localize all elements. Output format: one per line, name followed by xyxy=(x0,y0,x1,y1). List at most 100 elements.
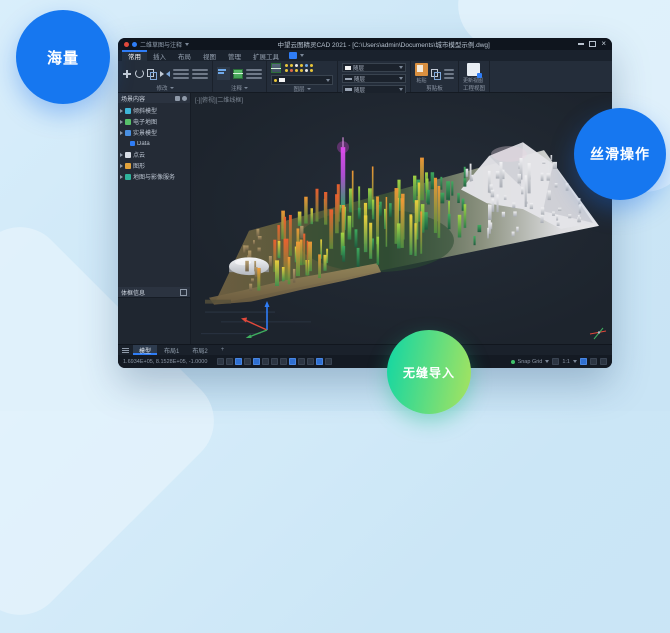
info-panel-body xyxy=(118,297,190,344)
status-toggle-icon[interactable] xyxy=(280,358,287,365)
tree-item[interactable]: 倾斜模型 xyxy=(120,105,190,116)
layer-color-swatch xyxy=(279,78,285,82)
tree-item-label: 倾斜模型 xyxy=(133,106,157,115)
status-toggle-icon[interactable] xyxy=(271,358,278,365)
status-toggle-icon[interactable] xyxy=(217,358,224,365)
ribbon-tab-3[interactable]: 布局 xyxy=(172,50,197,61)
copy-icon[interactable] xyxy=(147,69,157,79)
tree-item-label: 点云 xyxy=(133,150,145,159)
annotate-tool-list[interactable] xyxy=(246,69,262,79)
tree-item[interactable]: 电子地图 xyxy=(120,116,190,127)
status-toggle-icon[interactable] xyxy=(244,358,251,365)
info-panel-header: 体框信息 xyxy=(118,287,190,297)
color-dropdown[interactable]: 随层 xyxy=(342,63,406,72)
status-toggle-icon[interactable] xyxy=(316,358,323,365)
chevron-down-icon[interactable] xyxy=(244,87,248,89)
modify-tool-list[interactable] xyxy=(173,69,189,79)
tree-item[interactable]: 点云 xyxy=(120,149,190,160)
tree-item-label: 电子地图 xyxy=(133,117,157,126)
expand-icon[interactable] xyxy=(120,120,123,124)
expand-icon[interactable] xyxy=(120,175,123,179)
status-toggle-icon[interactable] xyxy=(325,358,332,365)
panel-label: 剪贴板 xyxy=(426,84,443,92)
close-button[interactable]: × xyxy=(601,41,606,47)
model-tab[interactable]: 模型 xyxy=(133,345,157,355)
status-toggle-icon[interactable] xyxy=(298,358,305,365)
annotation-scale-icon[interactable] xyxy=(552,358,559,365)
paste-icon[interactable] xyxy=(415,63,428,76)
linetype-dropdown[interactable]: 随层 xyxy=(342,74,406,83)
rotate-icon[interactable] xyxy=(135,69,144,78)
update-view-icon[interactable] xyxy=(467,63,480,76)
layer-properties-icon[interactable] xyxy=(271,63,281,73)
chevron-down-icon[interactable] xyxy=(185,43,189,46)
isolate-objects-icon[interactable] xyxy=(590,358,597,365)
layout-list-icon[interactable] xyxy=(122,348,129,353)
quick-access-icon[interactable] xyxy=(132,42,137,47)
status-toggle-icon[interactable] xyxy=(226,358,233,365)
table-icon[interactable] xyxy=(233,69,243,79)
expand-icon[interactable] xyxy=(120,164,123,168)
tree-item-icon xyxy=(125,119,131,125)
expand-icon[interactable] xyxy=(120,131,123,135)
mtext-icon[interactable] xyxy=(217,67,230,80)
status-toggle-icon[interactable] xyxy=(307,358,314,365)
maximize-button[interactable] xyxy=(589,41,596,47)
clean-screen-icon[interactable] xyxy=(600,358,607,365)
snap-status-icon[interactable] xyxy=(511,360,515,364)
coordinates-readout: 1.6934E+05, 8.1528E+05, -1.0000 xyxy=(123,359,207,365)
ucs-axis-icon xyxy=(237,298,279,338)
ribbon-tab-5[interactable]: 管理 xyxy=(222,50,247,61)
expand-icon[interactable] xyxy=(120,109,123,113)
mini-axis-icon xyxy=(588,326,608,340)
checkbox-icon[interactable] xyxy=(130,141,135,146)
minimize-button[interactable] xyxy=(578,43,584,45)
palette-header: 场景内容 xyxy=(118,93,190,103)
status-toggle-icon[interactable] xyxy=(289,358,296,365)
layout-tab-1[interactable]: 布局1 xyxy=(158,345,185,355)
ribbon-tab-1[interactable]: 常用 xyxy=(122,50,147,61)
gear-icon[interactable] xyxy=(182,96,187,101)
badge-smooth-operation: 丝滑操作 xyxy=(574,108,666,200)
workspace-switch-icon[interactable] xyxy=(580,358,587,365)
sort-icon[interactable] xyxy=(175,96,180,101)
ribbon-panel-layers: 图层 xyxy=(267,61,338,92)
viewport-controls[interactable]: [-][俯视][二维线框] xyxy=(195,95,243,104)
ribbon-tab-4[interactable]: 视图 xyxy=(197,50,222,61)
add-layout-button[interactable]: + xyxy=(215,345,231,355)
tree-item[interactable]: 地图与影像服务 xyxy=(120,171,190,182)
ribbon-panel-projectview: 更新视图 工程视图 xyxy=(459,61,490,92)
chevron-down-icon[interactable] xyxy=(307,88,311,90)
copy-clip-icon[interactable] xyxy=(431,69,441,79)
chevron-down-icon[interactable] xyxy=(545,360,549,363)
collapse-icon[interactable] xyxy=(180,289,187,296)
status-toggle-icon[interactable] xyxy=(262,358,269,365)
chevron-down-icon[interactable] xyxy=(300,54,304,57)
ribbon-panel-modify: 修改 xyxy=(118,61,213,92)
modify-tool-list[interactable] xyxy=(192,69,208,79)
ribbon-tab-6[interactable]: 扩展工具 xyxy=(247,50,285,61)
tree-item-icon xyxy=(125,163,131,169)
tree-item[interactable]: 图形 xyxy=(120,160,190,171)
tree-item[interactable]: Data xyxy=(120,138,190,149)
layer-state-icons[interactable] xyxy=(284,63,314,73)
workspace-selector[interactable]: 二维草图与注释 xyxy=(140,40,182,49)
layer-dropdown[interactable] xyxy=(271,75,333,85)
status-toggle-icon[interactable] xyxy=(253,358,260,365)
move-icon[interactable] xyxy=(122,69,132,79)
status-toggle-icon[interactable] xyxy=(235,358,242,365)
tool-palette-icon[interactable] xyxy=(289,52,297,59)
tree-item[interactable]: 实景模型 xyxy=(120,127,190,138)
clipboard-tool-list[interactable] xyxy=(444,69,454,79)
expand-icon[interactable] xyxy=(120,153,123,157)
scale-readout[interactable]: 1:1 xyxy=(562,359,570,365)
chevron-down-icon[interactable] xyxy=(170,87,174,89)
layout-tab-2[interactable]: 布局2 xyxy=(186,345,213,355)
scene-tree: 倾斜模型电子地图实景模型Data点云图形地图与影像服务 xyxy=(118,103,190,182)
snap-grid-label[interactable]: Snap Grid xyxy=(518,359,543,365)
chevron-down-icon[interactable] xyxy=(573,360,577,363)
mirror-icon[interactable] xyxy=(160,69,170,79)
drawing-area[interactable]: [-][俯视][二维线框] xyxy=(191,93,612,344)
ribbon-tab-2[interactable]: 插入 xyxy=(147,50,172,61)
ribbon-panel-properties: 随层 随层 随层 属性 xyxy=(338,61,411,92)
